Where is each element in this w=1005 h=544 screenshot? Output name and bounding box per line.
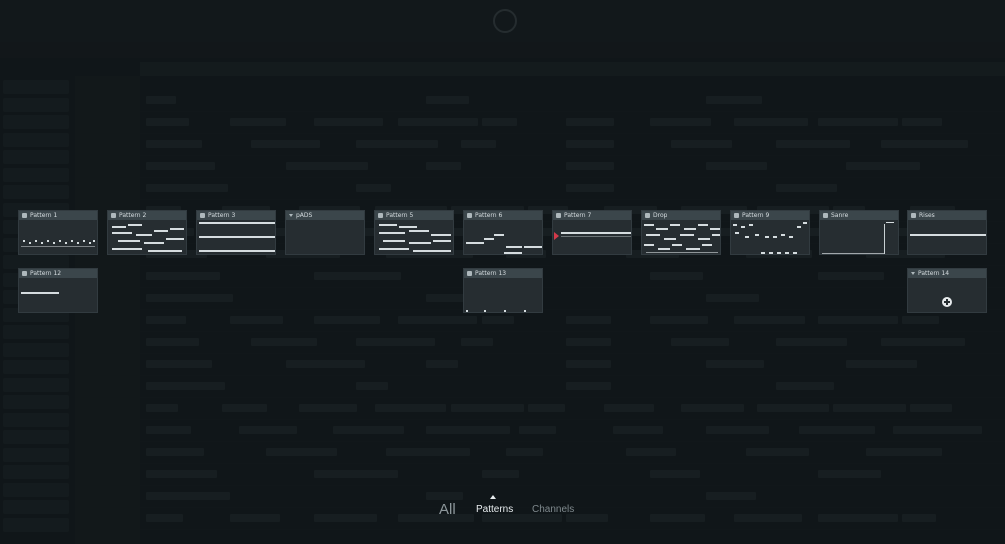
pattern-preview [820,220,898,254]
pattern-tile[interactable]: Drop [641,210,721,255]
pattern-preview [642,220,720,254]
piano-roll-icon [22,213,27,218]
piano-roll-icon [200,213,205,218]
caret-up-icon [490,495,496,499]
pattern-preview [197,220,275,254]
pattern-preview [464,278,542,312]
pattern-name: Pattern 5 [386,212,414,219]
pattern-name: Pattern 2 [119,212,147,219]
pattern-name: Sanre [831,212,849,219]
pattern-name: Pattern 3 [208,212,236,219]
pattern-name: Pattern 13 [475,270,507,277]
pattern-tile[interactable]: Pattern 14 [907,268,987,313]
pattern-preview [286,220,364,254]
add-pattern-plus-icon[interactable] [942,297,952,307]
piano-roll-icon [734,213,739,218]
pattern-preview [908,278,986,312]
pattern-name: Pattern 14 [918,270,950,277]
pattern-name: Pattern 6 [475,212,503,219]
pattern-tile[interactable]: Pattern 13 [463,268,543,313]
pattern-name: Rises [919,212,935,219]
pattern-preview [553,220,631,254]
piano-roll-icon [111,213,116,218]
pattern-preview [908,220,986,254]
piano-roll-icon [22,271,27,276]
pattern-tile[interactable]: Pattern 5 [374,210,454,255]
play-marker-icon [554,232,559,240]
pattern-tile[interactable]: Sanre [819,210,899,255]
tab-all[interactable]: All [439,501,456,518]
pattern-name: Pattern 9 [742,212,770,219]
pattern-preview [731,220,809,254]
pattern-preview [19,278,97,312]
pattern-name: Drop [653,212,668,219]
pattern-preview [19,220,97,254]
pattern-name: pADS [296,212,313,219]
pattern-tile[interactable]: Rises [907,210,987,255]
pattern-preview [375,220,453,254]
pattern-name: Pattern 7 [564,212,592,219]
chevron-down-icon [911,272,915,275]
tab-channels[interactable]: Channels [532,504,574,515]
pattern-tile[interactable]: Pattern 12 [18,268,98,313]
piano-roll-icon [467,271,472,276]
chevron-down-icon [289,214,293,217]
pattern-name: Pattern 12 [30,270,62,277]
pattern-tile[interactable]: Pattern 1 [18,210,98,255]
pattern-tile[interactable]: pADS [285,210,365,255]
piano-roll-icon [467,213,472,218]
pattern-tile[interactable]: Pattern 2 [107,210,187,255]
piano-roll-icon [556,213,561,218]
pattern-tile[interactable]: Pattern 9 [730,210,810,255]
pattern-name: Pattern 1 [30,212,58,219]
pattern-preview [108,220,186,254]
picker-tabs: All Patterns Channels [0,495,1005,520]
piano-roll-icon [645,213,650,218]
piano-roll-icon [378,213,383,218]
tab-patterns[interactable]: Patterns [476,504,513,515]
pattern-tile[interactable]: Pattern 6 [463,210,543,255]
piano-roll-icon [823,213,828,218]
pattern-tile[interactable]: Pattern 3 [196,210,276,255]
piano-roll-icon [911,213,916,218]
pattern-tile[interactable]: Pattern 7 [552,210,632,255]
pattern-preview [464,220,542,254]
